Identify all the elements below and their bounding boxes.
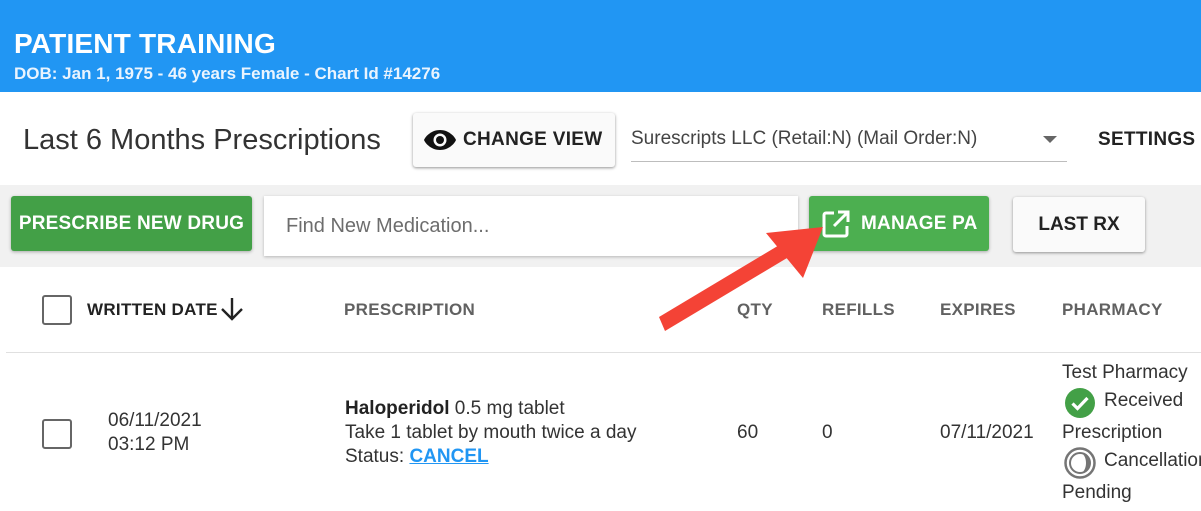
patient-info: DOB: Jan 1, 1975 - 46 years Female - Cha…	[14, 64, 441, 83]
find-medication-input[interactable]	[264, 196, 798, 256]
network-select-value: Surescripts LLC (Retail:N) (Mail Order:N…	[631, 127, 978, 149]
prescription-drug: Haloperidol 0.5 mg tablet	[345, 397, 565, 421]
received-status: Received	[1104, 390, 1184, 411]
change-view-label: CHANGE VIEW	[463, 129, 603, 150]
prescribe-new-drug-button[interactable]: PRESCRIBE NEW DRUG	[11, 196, 252, 251]
prescription-sig: Take 1 tablet by mouth twice a day	[345, 422, 637, 443]
expires-value: 07/11/2021	[940, 422, 1034, 443]
manage-pa-label: MANAGE PA	[861, 212, 978, 234]
drug-strength: 0.5 mg tablet	[454, 398, 565, 419]
network-select[interactable]: Surescripts LLC (Retail:N) (Mail Order:N…	[631, 116, 1067, 162]
column-header-qty[interactable]: QTY	[737, 300, 773, 320]
patient-name: PATIENT TRAINING	[14, 28, 276, 59]
pending-status: Pending	[1062, 482, 1132, 503]
column-header-expires[interactable]: EXPIRES	[940, 300, 1016, 320]
arrow-down-icon[interactable]	[219, 296, 245, 322]
change-view-button[interactable]: CHANGE VIEW	[413, 113, 615, 167]
pharmacy-name: Test Pharmacy	[1062, 362, 1188, 383]
page-title: Last 6 Months Prescriptions	[23, 124, 381, 156]
open-in-new-icon	[821, 209, 851, 239]
prescription-status-label: Prescription	[1062, 422, 1163, 443]
cancellation-status: Cancellation	[1104, 450, 1201, 471]
manage-pa-button[interactable]: MANAGE PA	[809, 196, 989, 251]
caret-down-icon	[1043, 136, 1057, 143]
cancel-link[interactable]: CANCEL	[409, 446, 488, 467]
column-header-pharmacy[interactable]: PHARMACY	[1062, 300, 1163, 320]
refills-value: 0	[822, 422, 833, 443]
pending-clock-icon	[1064, 447, 1096, 479]
eye-icon	[423, 128, 457, 152]
status-label: Status:	[345, 446, 405, 467]
column-header-written-date[interactable]: WRITTEN DATE	[87, 300, 218, 320]
drug-name: Haloperidol	[345, 398, 450, 419]
settings-button[interactable]: SETTINGS	[1098, 129, 1195, 151]
row-checkbox[interactable]	[42, 419, 72, 449]
column-header-prescription[interactable]: PRESCRIPTION	[344, 300, 475, 320]
last-rx-button[interactable]: LAST RX	[1013, 197, 1145, 252]
select-all-checkbox[interactable]	[42, 295, 72, 325]
column-header-refills[interactable]: REFILLS	[822, 300, 895, 320]
written-time: 03:12 PM	[108, 434, 190, 455]
check-circle-icon	[1065, 388, 1095, 418]
table-header-divider	[6, 352, 1201, 353]
patient-header: PATIENT TRAINING DOB: Jan 1, 1975 - 46 y…	[0, 0, 1201, 92]
written-date: 06/11/2021	[108, 410, 202, 431]
qty-value: 60	[737, 422, 759, 443]
prescription-status: Status: CANCEL	[345, 445, 489, 469]
